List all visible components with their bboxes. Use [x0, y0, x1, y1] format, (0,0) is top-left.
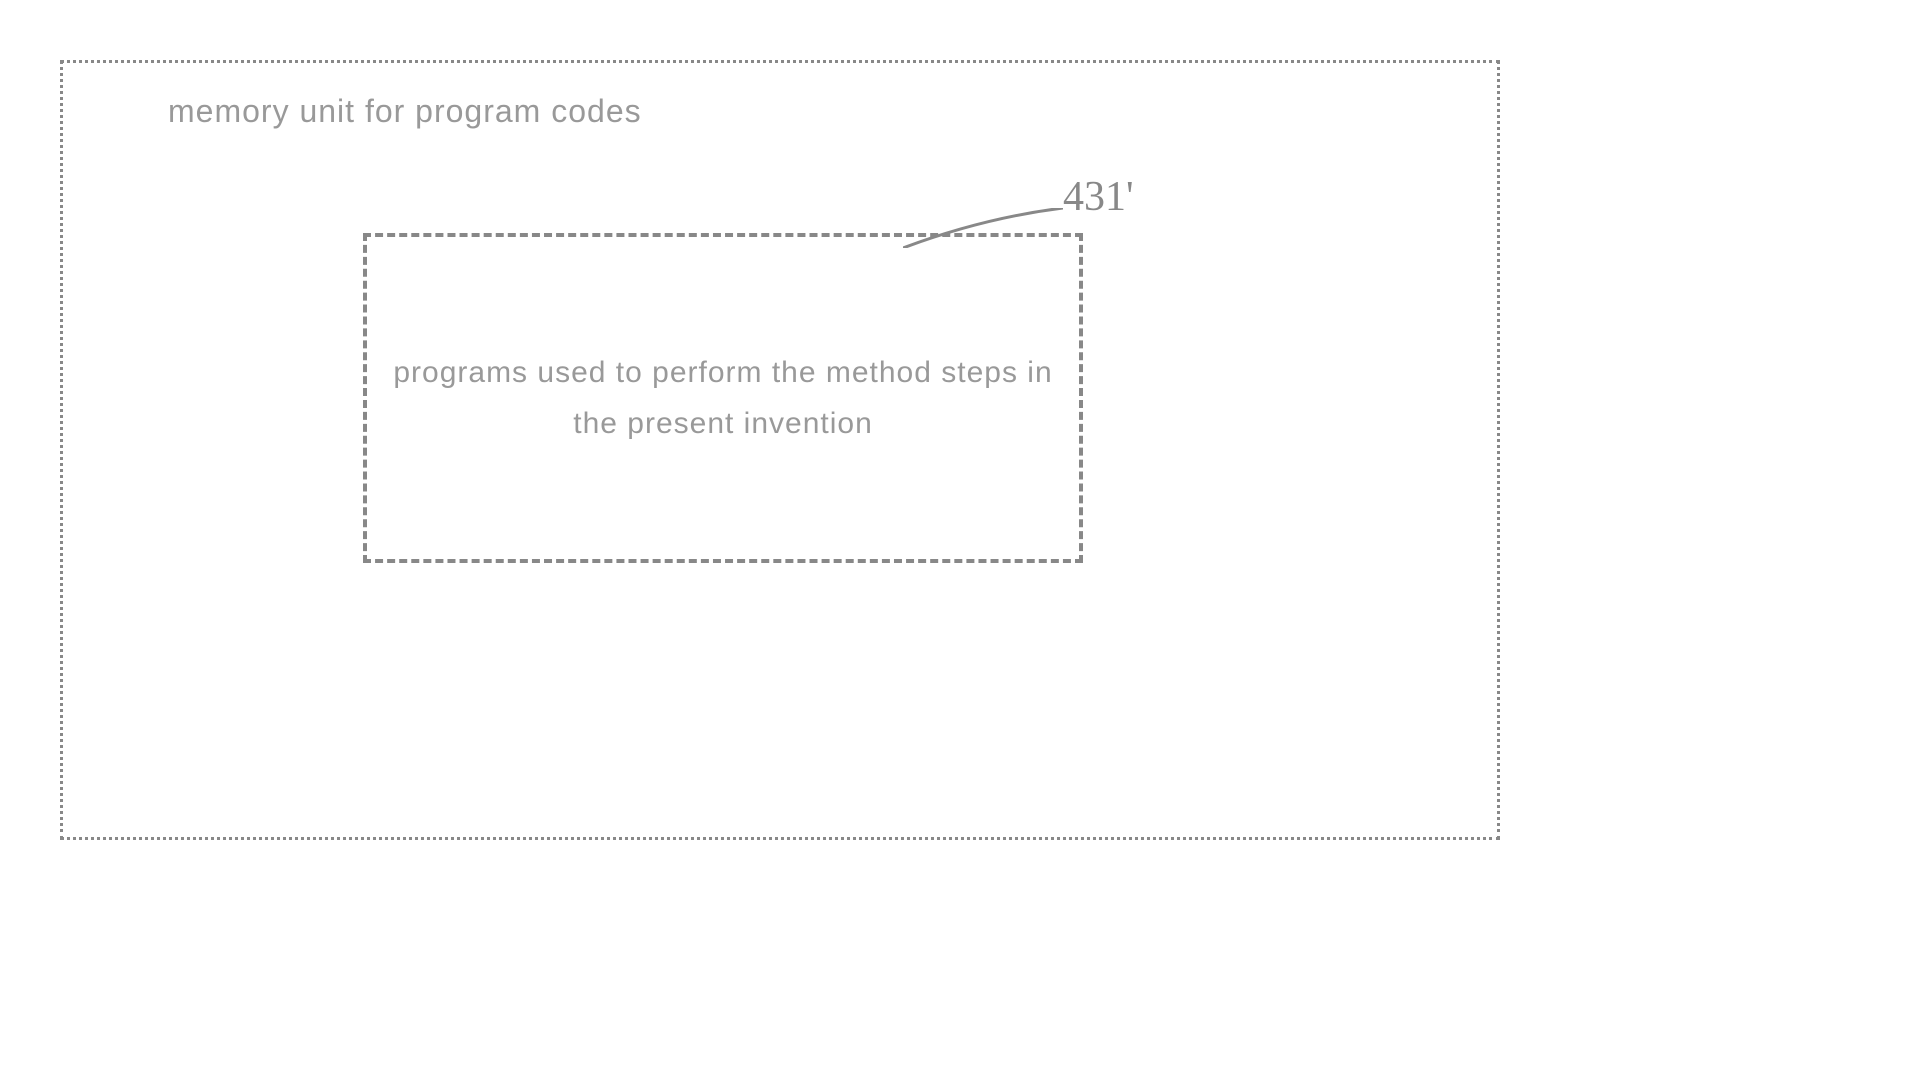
memory-unit-box: memory unit for program codes 431' progr… [60, 60, 1500, 840]
memory-unit-label: memory unit for program codes [168, 93, 642, 130]
reference-number-label: 431' [1063, 173, 1134, 221]
programs-text: programs used to perform the method step… [387, 347, 1059, 449]
programs-box: programs used to perform the method step… [363, 233, 1083, 563]
